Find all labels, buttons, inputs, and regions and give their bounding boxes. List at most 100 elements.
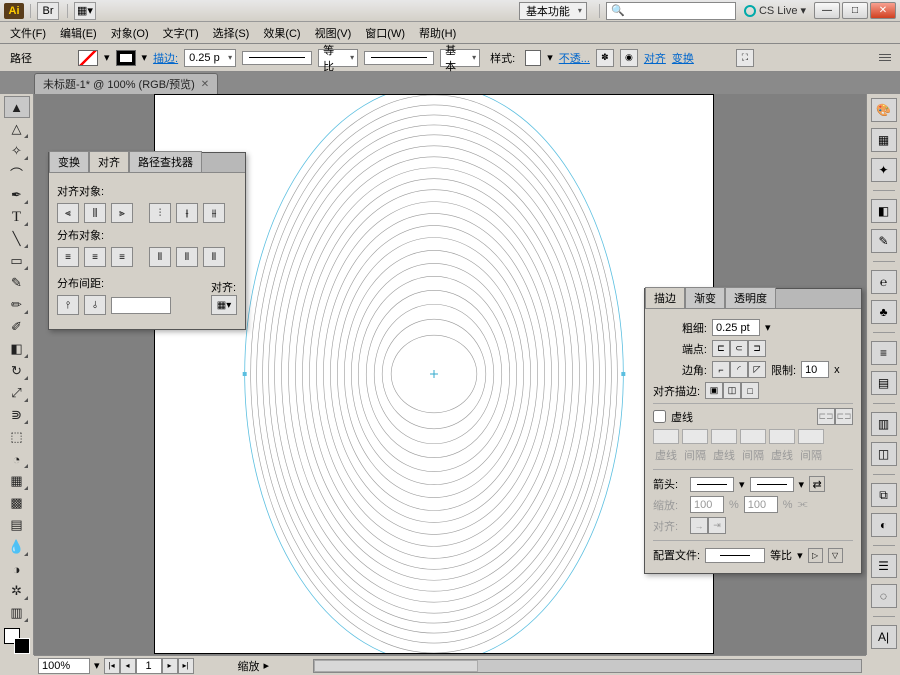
artboard-number-field[interactable]: 1: [136, 658, 162, 674]
corner-bevel-button[interactable]: ◸: [748, 361, 766, 378]
flip-across-button[interactable]: ▽: [828, 548, 843, 563]
pencil-tool[interactable]: ✏: [4, 294, 30, 316]
bridge-icon[interactable]: Br: [37, 2, 59, 20]
align-link[interactable]: 对齐: [644, 50, 666, 66]
selection-tool[interactable]: ▲: [4, 96, 30, 118]
dash-field-1[interactable]: [653, 429, 679, 444]
layers-panel-icon[interactable]: ▥: [871, 412, 897, 436]
dist-hcenter-button[interactable]: ⦀: [176, 247, 198, 267]
align-left-button[interactable]: ⫷: [57, 203, 79, 223]
document-tab[interactable]: 未标题-1* @ 100% (RGB/预览) ✕: [34, 73, 218, 94]
close-tab-icon[interactable]: ✕: [201, 79, 209, 90]
cslive-button[interactable]: CS Live ▾: [744, 4, 806, 17]
blend-tool[interactable]: ◑: [4, 558, 30, 580]
align-to-button[interactable]: ▦▾: [211, 295, 237, 315]
maximize-button[interactable]: □: [842, 2, 868, 19]
shape-builder-tool[interactable]: ◔: [4, 448, 30, 470]
variable-width-label[interactable]: 等比: [318, 49, 358, 67]
stroke-panel-icon[interactable]: ℮: [871, 270, 897, 294]
dist-vspacing-button[interactable]: ⫯: [57, 295, 79, 315]
next-artboard-button[interactable]: ▸: [162, 658, 178, 674]
horizontal-scrollbar[interactable]: [313, 659, 862, 673]
paintbrush-tool[interactable]: ✎: [4, 272, 30, 294]
tab-gradient[interactable]: 渐变: [685, 287, 725, 308]
scale-tool[interactable]: ⤢: [4, 382, 30, 404]
dash-field-3[interactable]: [769, 429, 795, 444]
menu-edit[interactable]: 编辑(E): [54, 23, 103, 43]
align-bottom-button[interactable]: ⫵: [203, 203, 225, 223]
align-panel-icon[interactable]: ◐: [871, 513, 897, 537]
dist-hspacing-button[interactable]: ⫰: [84, 295, 106, 315]
lasso-tool[interactable]: ⌒: [4, 162, 30, 184]
menu-type[interactable]: 文字(T): [157, 23, 205, 43]
opacity-link[interactable]: 不透...: [559, 50, 590, 66]
align-vcenter-button[interactable]: ⫲: [176, 203, 198, 223]
gap-field-2[interactable]: [740, 429, 766, 444]
minimize-button[interactable]: —: [814, 2, 840, 19]
menu-view[interactable]: 视图(V): [309, 23, 358, 43]
tab-transform[interactable]: 变换: [49, 151, 89, 172]
fill-swatch[interactable]: [78, 50, 98, 66]
align-right-button[interactable]: ⫸: [111, 203, 133, 223]
tab-stroke[interactable]: 描边: [645, 287, 685, 308]
transform-link[interactable]: 变换: [672, 50, 694, 66]
color-panel-icon[interactable]: 🎨: [871, 98, 897, 122]
align-panel[interactable]: 变换 对齐 路径查找器 对齐对象: ⫷ ⫼ ⫸ ⫶ ⫲ ⫵ 分布对象: ≡ ≡ …: [48, 152, 246, 330]
align-hcenter-button[interactable]: ⫼: [84, 203, 106, 223]
tab-pathfinder[interactable]: 路径查找器: [129, 151, 202, 172]
blob-brush-tool[interactable]: ✐: [4, 316, 30, 338]
character-panel-icon[interactable]: A|: [871, 625, 897, 649]
transform-panel-icon[interactable]: ◌: [871, 584, 897, 608]
arrow-align-tip-button[interactable]: ⇥: [708, 517, 726, 534]
dash-preserve-button[interactable]: ⊏⊐: [817, 408, 835, 425]
scale-start-field[interactable]: 100: [690, 496, 724, 513]
eraser-tool[interactable]: ◧: [4, 338, 30, 360]
dist-vcenter-button[interactable]: ≡: [84, 247, 106, 267]
tab-transparency[interactable]: 透明度: [725, 287, 776, 308]
zoom-field[interactable]: 100%: [38, 658, 90, 674]
flip-along-button[interactable]: ▷: [808, 548, 823, 563]
graphic-styles-panel-icon[interactable]: ▤: [871, 371, 897, 395]
brush-dropdown[interactable]: 基本: [440, 49, 480, 67]
alignstroke-outside-button[interactable]: □: [741, 382, 759, 399]
search-input[interactable]: 🔍: [606, 2, 736, 20]
menu-window[interactable]: 窗口(W): [359, 23, 411, 43]
close-button[interactable]: ✕: [870, 2, 896, 19]
brushes-panel-icon[interactable]: ◧: [871, 199, 897, 223]
menu-object[interactable]: 对象(O): [105, 23, 155, 43]
mesh-tool[interactable]: ▩: [4, 492, 30, 514]
profile-dropdown[interactable]: [705, 548, 765, 563]
corner-round-button[interactable]: ◜: [730, 361, 748, 378]
brush-preview[interactable]: [364, 51, 434, 65]
dash-field-2[interactable]: [711, 429, 737, 444]
eyedropper-tool[interactable]: 💧: [4, 536, 30, 558]
menu-help[interactable]: 帮助(H): [413, 23, 462, 43]
stroke-weight-field[interactable]: 0.25 p: [184, 49, 236, 67]
transparency-panel-icon[interactable]: ⧉: [871, 483, 897, 507]
scale-end-field[interactable]: 100: [744, 496, 778, 513]
dash-align-button[interactable]: ⊏⊐: [835, 408, 853, 425]
symbol-sprayer-tool[interactable]: ✲: [4, 580, 30, 602]
line-tool[interactable]: ╲: [4, 228, 30, 250]
arrange-docs-icon[interactable]: ▦▾: [74, 2, 96, 20]
swatches-panel-icon[interactable]: ✦: [871, 158, 897, 182]
dist-right-button[interactable]: ⦀: [203, 247, 225, 267]
cap-butt-button[interactable]: ⊏: [712, 340, 730, 357]
arrow-end-dropdown[interactable]: [750, 477, 794, 492]
isolate-icon[interactable]: ⛶: [736, 49, 754, 67]
width-tool[interactable]: ⋑: [4, 404, 30, 426]
dist-bottom-button[interactable]: ≡: [111, 247, 133, 267]
link-scale-icon[interactable]: ⫘: [798, 498, 808, 511]
menu-effect[interactable]: 效果(C): [257, 23, 306, 43]
menu-select[interactable]: 选择(S): [207, 23, 256, 43]
prev-artboard-button[interactable]: ◂: [120, 658, 136, 674]
direct-selection-tool[interactable]: △: [4, 118, 30, 140]
free-transform-tool[interactable]: ⬚: [4, 426, 30, 448]
limit-field[interactable]: 10: [801, 361, 829, 378]
rectangle-tool[interactable]: ▭: [4, 250, 30, 272]
rotate-tool[interactable]: ↻: [4, 360, 30, 382]
alignstroke-center-button[interactable]: ▣: [705, 382, 723, 399]
perspective-tool[interactable]: ▦: [4, 470, 30, 492]
swap-arrows-button[interactable]: ⇄: [809, 476, 825, 492]
stroke-swatch[interactable]: [116, 50, 136, 66]
